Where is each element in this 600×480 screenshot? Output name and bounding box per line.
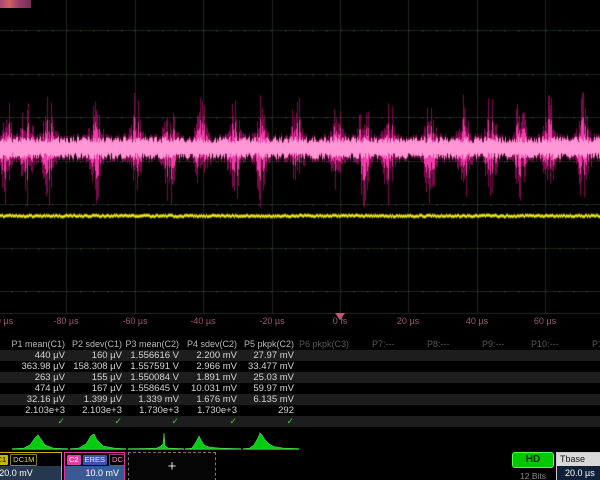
c1-channel-badge: C1 [0, 455, 8, 465]
param-value: 167 µV [68, 383, 125, 394]
hd-mode-indicator[interactable]: HD 12 Bits [512, 452, 554, 480]
param-stat-row: 474 µV167 µV1.558645 V10.031 mV59.97 mV [0, 383, 600, 394]
param-value: 2.103e+3 [0, 405, 68, 416]
measurement-histicon [12, 429, 69, 452]
cropped-overlay-artifact [0, 0, 31, 8]
plus-icon: + [168, 458, 177, 475]
param-value: 2.966 mV [182, 361, 240, 372]
param-value: 1.557591 V [125, 361, 182, 372]
trigger-position-marker[interactable] [335, 313, 345, 320]
param-value: 263 µV [0, 372, 68, 383]
channel-c2-descriptor[interactable]: C2 ERES DC1M 10.0 mV [64, 452, 125, 480]
param-value: 2.103e+3 [68, 405, 125, 416]
param-value: 1.550084 V [125, 372, 182, 383]
param-value: 363.98 µV [0, 361, 68, 372]
param-value: 1.676 mV [182, 394, 240, 405]
param-value: 1.730e+3 [125, 405, 182, 416]
time-axis-label: -100 µs [0, 316, 13, 326]
time-axis-label: 20 µs [397, 316, 419, 326]
add-trace-button[interactable]: + [128, 452, 216, 480]
param-value: 33.477 mV [240, 361, 297, 372]
c2-coupling-badge: DC1M [109, 454, 124, 466]
param-value: 160 µV [68, 350, 125, 361]
timebase-per-div: 20.0 µs [557, 466, 600, 480]
status-ok-icon: ✓ [182, 416, 240, 427]
param-header-inactive[interactable]: P9:--- [482, 339, 505, 350]
c2-channel-badge: C2 [67, 455, 81, 465]
param-value: 1.399 µV [68, 394, 125, 405]
histicon-row [0, 429, 600, 452]
param-status-row: ✓✓✓✓✓ [0, 416, 600, 427]
time-axis-label: 60 µs [534, 316, 556, 326]
param-header[interactable]: P4 sdev(C2) [182, 339, 240, 350]
bottom-toolbar: C1 DC1M 20.0 mV C2 ERES DC1M 10.0 mV + H… [0, 452, 600, 480]
time-axis-label: -80 µs [53, 316, 78, 326]
param-stat-row: 440 µV160 µV1.556616 V2.200 mV27.97 mV [0, 350, 600, 361]
param-stat-row: 363.98 µV158.308 µV1.557591 V2.966 mV33.… [0, 361, 600, 372]
param-value: 6.135 mV [240, 394, 297, 405]
param-stat-row: 2.103e+32.103e+31.730e+31.730e+3292 [0, 405, 600, 416]
measurement-histicon [185, 429, 242, 452]
param-header[interactable]: P5 pkpk(C2) [240, 339, 297, 350]
param-value: 27.97 mV [240, 350, 297, 361]
oscilloscope-screen: -100 µs-80 µs-60 µs-40 µs-20 µs0 fs20 µs… [0, 0, 600, 480]
status-ok-icon: ✓ [68, 416, 125, 427]
status-ok-icon: ✓ [240, 416, 297, 427]
param-value: 1.339 mV [125, 394, 182, 405]
param-value: 440 µV [0, 350, 68, 361]
measurement-histicon [70, 429, 127, 452]
c2-volts-per-div: 10.0 mV [65, 466, 124, 480]
param-header[interactable]: P2 sdev(C1) [68, 339, 125, 350]
time-axis-label: -40 µs [190, 316, 215, 326]
waveform-area[interactable]: -100 µs-80 µs-60 µs-40 µs-20 µs0 fs20 µs… [0, 0, 600, 334]
param-value: 32.16 µV [0, 394, 68, 405]
c2-eres-badge: ERES [83, 455, 107, 465]
param-stat-row: 32.16 µV1.399 µV1.339 mV1.676 mV6.135 mV [0, 394, 600, 405]
param-header-inactive[interactable]: P7:--- [372, 339, 395, 350]
param-value: 155 µV [68, 372, 125, 383]
param-header[interactable]: P1 mean(C1) [0, 339, 68, 350]
c1-coupling-badge: DC1M [10, 454, 37, 466]
param-value: 1.556616 V [125, 350, 182, 361]
c1-volts-per-div: 20.0 mV [0, 466, 61, 480]
param-value: 474 µV [0, 383, 68, 394]
status-ok-icon: ✓ [125, 416, 182, 427]
waveform-canvas[interactable] [0, 0, 600, 334]
param-value: 1.558645 V [125, 383, 182, 394]
measurement-histicon [128, 429, 185, 452]
time-axis-label: 40 µs [466, 316, 488, 326]
param-value: 2.200 mV [182, 350, 240, 361]
param-value: 1.891 mV [182, 372, 240, 383]
time-axis-label: -20 µs [259, 316, 284, 326]
hd-bits-label: 12 Bits [512, 471, 554, 480]
param-value: 10.031 mV [182, 383, 240, 394]
param-header-inactive[interactable]: P6 pkpk(C3) [299, 339, 349, 350]
param-header-inactive[interactable]: P8:--- [427, 339, 450, 350]
param-header-inactive[interactable]: P10:--- [531, 339, 559, 350]
measurement-histicon [243, 429, 300, 452]
param-value: 25.03 mV [240, 372, 297, 383]
timebase-title: Tbase [557, 453, 600, 466]
time-axis-label: -60 µs [122, 316, 147, 326]
param-stat-row: 263 µV155 µV1.550084 V1.891 mV25.03 mV [0, 372, 600, 383]
param-value: 158.308 µV [68, 361, 125, 372]
param-value: 292 [240, 405, 297, 416]
param-value: 1.730e+3 [182, 405, 240, 416]
param-value: 59.97 mV [240, 383, 297, 394]
param-header[interactable]: P3 mean(C2) [125, 339, 182, 350]
channel-c1-descriptor[interactable]: C1 DC1M 20.0 mV [0, 452, 62, 480]
timebase-descriptor[interactable]: Tbase 20.0 µs [556, 452, 600, 480]
measurement-table: P1 mean(C1)P2 sdev(C1)P3 mean(C2)P4 sdev… [0, 339, 600, 427]
status-ok-icon: ✓ [0, 416, 68, 427]
param-header-inactive[interactable]: P11:--- [592, 339, 600, 350]
hd-badge: HD [512, 452, 554, 468]
